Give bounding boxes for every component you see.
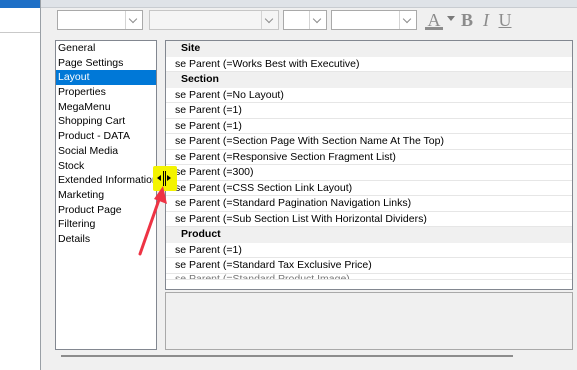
sidebar-item-page-settings[interactable]: Page Settings [56,56,156,71]
property-row[interactable]: se Parent (=Standard Tax Exclusive Price… [166,258,572,274]
annotation-arrow-icon [138,186,167,256]
bold-icon: B [460,10,473,30]
chevron-down-icon [125,11,142,29]
property-row[interactable]: se Parent (=1) [166,243,572,258]
font-color-button[interactable]: A [423,9,445,31]
left-background-window [0,0,40,370]
divider [0,32,40,33]
font-color-caret-icon[interactable] [447,16,455,21]
property-category[interactable]: Product [166,227,572,243]
font-size-dropdown[interactable] [283,10,327,30]
sidebar-item-product-data[interactable]: Product - DATA [56,129,156,144]
property-grid[interactable]: Site se Parent (=Works Best with Executiv… [165,40,573,290]
properties-panel: A B I U General Page Settings Layout Proper… [40,0,577,370]
horizontal-scrollbar[interactable] [61,355,513,357]
property-grid-rows: Site se Parent (=Works Best with Executiv… [166,41,572,280]
underline-icon: U [498,10,512,30]
property-description-pane [165,292,573,350]
property-row[interactable]: se Parent (=Works Best with Executive) [166,57,572,72]
font-family-dropdown[interactable] [57,10,143,30]
property-row[interactable]: se Parent (=1) [166,119,572,134]
font-style-dropdown[interactable] [149,10,279,30]
property-row[interactable]: se Parent (=No Layout) [166,88,572,103]
underline-button[interactable]: U [497,9,513,31]
property-row[interactable]: se Parent (=Responsive Section Fragment … [166,150,572,165]
sidebar-item-properties[interactable]: Properties [56,85,156,100]
color-dropdown[interactable] [331,10,417,30]
property-row[interactable]: se Parent (=Section Page With Section Na… [166,134,572,150]
chevron-down-icon [309,11,326,29]
panel-header-strip [41,0,577,8]
property-row[interactable]: se Parent (=Standard Product Image) [166,274,572,280]
bold-button[interactable]: B [459,9,475,31]
chevron-down-icon [261,11,278,29]
format-toolbar: A B I U [53,10,573,32]
window-titlebar-fragment [0,0,40,8]
property-row[interactable]: se Parent (=Sub Section List With Horizo… [166,212,572,227]
sidebar-item-general[interactable]: General [56,41,156,56]
property-row[interactable]: se Parent (=CSS Section Link Layout) [166,181,572,196]
property-category[interactable]: Site [166,41,572,57]
property-category[interactable]: Section [166,72,572,88]
property-row[interactable]: se Parent (=1) [166,103,572,119]
sidebar-item-megamenu[interactable]: MegaMenu [56,100,156,115]
property-row[interactable]: se Parent (=Standard Pagination Navigati… [166,196,572,212]
italic-button[interactable]: I [479,9,493,31]
italic-icon: I [483,10,489,30]
sidebar-item-stock[interactable]: Stock [56,159,156,174]
chevron-down-icon [399,11,416,29]
sidebar-item-layout[interactable]: Layout [56,70,156,86]
font-color-swatch [425,27,443,30]
sidebar-item-shopping-cart[interactable]: Shopping Cart [56,114,156,129]
property-row[interactable]: se Parent (=300) [166,165,572,181]
sidebar-item-social-media[interactable]: Social Media [56,144,156,159]
